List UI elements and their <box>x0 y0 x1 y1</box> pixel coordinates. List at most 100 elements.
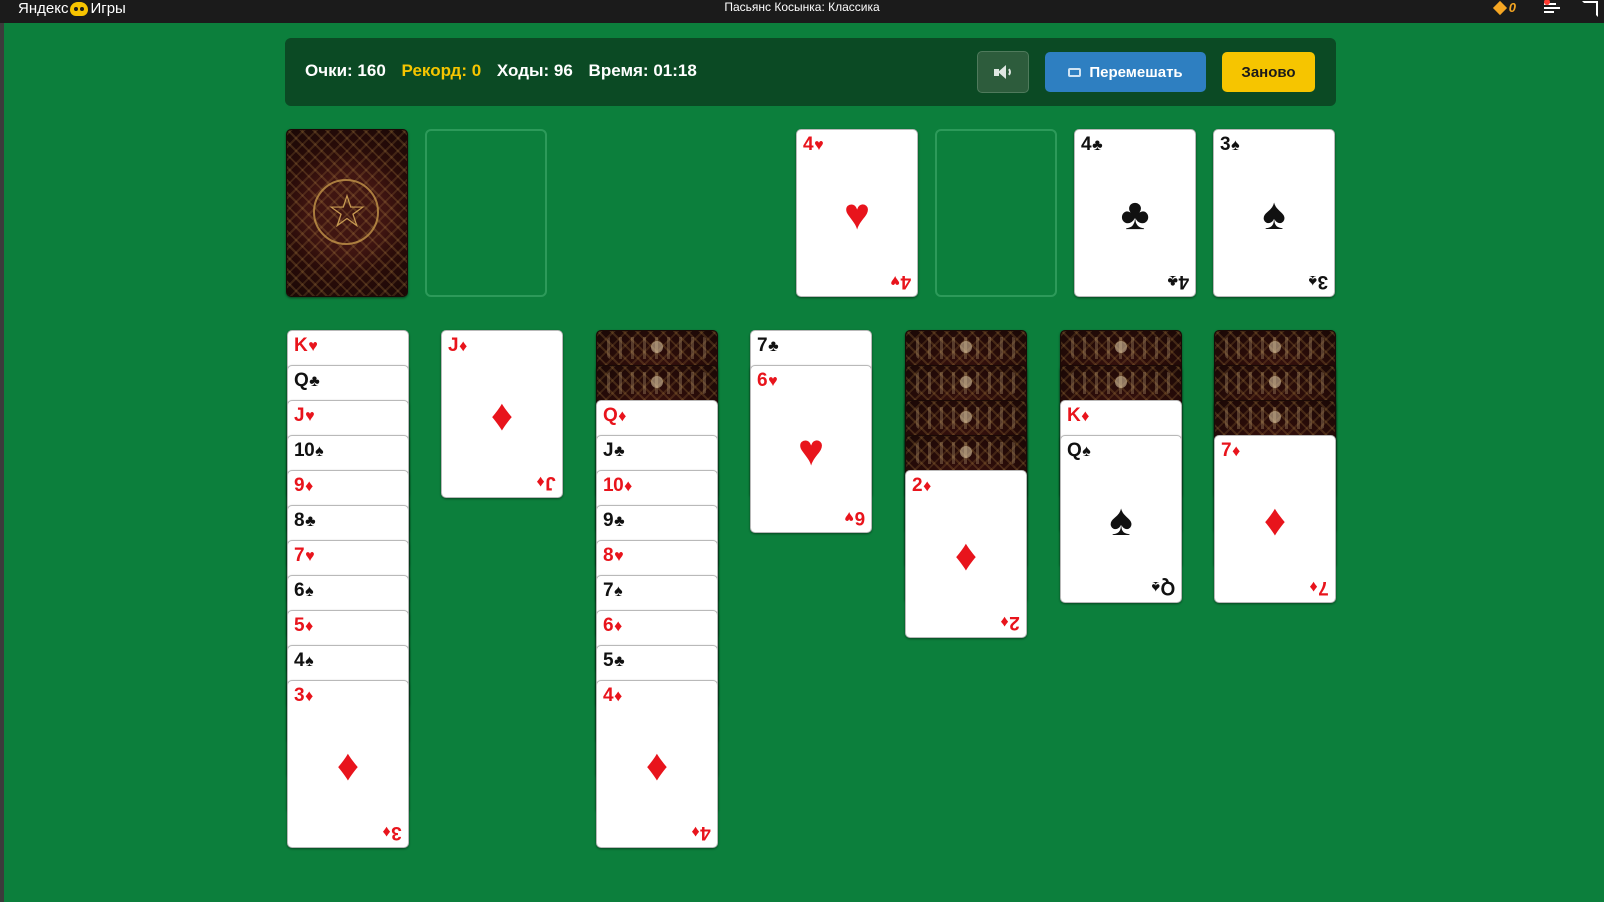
rank-text: 4 <box>294 650 305 671</box>
rank-text: 6 <box>854 507 865 528</box>
suit-symbol: ♦ <box>1310 578 1318 595</box>
card-rank-label: 5♦ <box>294 615 313 638</box>
card-corner-label: 7♦ <box>1310 575 1329 598</box>
rank-text: 4 <box>900 271 911 292</box>
card-center-pip: ♣ <box>1120 190 1150 239</box>
tableau-2-card[interactable]: J♦ ♦ J♦ <box>441 330 563 498</box>
record-text: Рекорд: 0 <box>401 61 482 80</box>
rank-text: Q <box>1067 440 1082 461</box>
suit-symbol: ♦ <box>1001 613 1009 630</box>
card-corner-label: 3♦ <box>383 820 402 843</box>
foundation-card-1[interactable]: 4♥ ♥ 4♥ <box>796 129 918 297</box>
card-rank-label: J♥ <box>294 405 315 428</box>
card-rank-label: 4♠ <box>294 650 314 673</box>
card-rank-label: Q♣ <box>294 370 320 393</box>
card-rank-label: 6♦ <box>603 615 622 638</box>
suit-symbol: ♦ <box>1081 408 1089 425</box>
card-center-pip: ♥ <box>843 190 871 239</box>
card-rank-label: 6♠ <box>294 580 314 603</box>
card-center-pip: ♦ <box>954 531 978 580</box>
fullscreen-icon[interactable] <box>1582 1 1598 17</box>
rank-text: 9 <box>603 510 614 531</box>
suit-symbol: ♠ <box>1151 578 1160 595</box>
card-rank-label: 4♣ <box>1081 134 1103 157</box>
card-rank-label: Q♠ <box>1067 440 1091 463</box>
card-rank-label: 9♣ <box>603 510 625 533</box>
card-center-pip: ♦ <box>1263 496 1287 545</box>
rank-text: K <box>294 335 308 356</box>
tableau-4-card[interactable]: 6♥ ♥ 6♥ <box>750 365 872 533</box>
suit-symbol: ♦ <box>537 473 545 490</box>
card-center-pip: ♦ <box>645 741 669 790</box>
rank-text: 2 <box>912 475 923 496</box>
rank-text: Q <box>294 370 309 391</box>
tableau-1-card[interactable]: 3♦ ♦ 3♦ <box>287 680 409 848</box>
stats-line: Очки: 160 Рекорд: 0 Ходы: 96 Время: 01:1… <box>305 61 708 81</box>
card-corner-label: 4♦ <box>692 820 711 843</box>
coin-count[interactable]: 0 <box>1509 0 1516 15</box>
tableau-7-card[interactable]: 7♦ ♦ 7♦ <box>1214 435 1336 603</box>
foundation-card-3[interactable]: 4♣ ♣ 4♣ <box>1074 129 1196 297</box>
card-corner-label: Q♠ <box>1152 575 1175 598</box>
shuffle-button[interactable]: Перемешать <box>1045 52 1206 92</box>
rank-text: 7 <box>603 580 614 601</box>
suit-symbol: ♥ <box>814 137 824 154</box>
rank-text: 4 <box>803 134 814 155</box>
rank-text: 6 <box>603 615 614 636</box>
suit-symbol: ♥ <box>305 548 315 565</box>
card-corner-label: 4♥ <box>891 269 911 292</box>
stock-pile[interactable] <box>286 129 408 297</box>
suit-symbol: ♥ <box>308 338 318 355</box>
tv-icon <box>1068 67 1082 77</box>
top-bar: Яндекс Игры Пасьянс Косынка: Классика 0 <box>0 0 1604 23</box>
foundation-slot-2[interactable] <box>935 129 1057 297</box>
rank-text: 7 <box>1221 440 1232 461</box>
rank-text: K <box>1067 405 1081 426</box>
tableau-5-card[interactable]: 2♦ ♦ 2♦ <box>905 470 1027 638</box>
suit-symbol: ♦ <box>923 478 931 495</box>
tableau-3-card[interactable]: 4♦ ♦ 4♦ <box>596 680 718 848</box>
moves-text: Ходы: 96 <box>496 61 573 80</box>
suit-symbol: ♥ <box>890 272 900 289</box>
menu-icon[interactable] <box>1544 0 1560 15</box>
card-rank-label: 4♦ <box>603 685 622 708</box>
rank-text: 4 <box>700 822 711 843</box>
suit-symbol: ♦ <box>305 688 313 705</box>
speaker-icon <box>993 64 1013 80</box>
game-title: Пасьянс Косынка: Классика <box>724 0 880 14</box>
suit-symbol: ♦ <box>383 823 391 840</box>
card-center-pip: ♠ <box>1262 190 1286 239</box>
suit-symbol: ♠ <box>305 583 314 600</box>
waste-slot[interactable] <box>425 129 547 297</box>
rank-text: Q <box>1160 577 1175 598</box>
foundation-card-4[interactable]: 3♠ ♠ 3♠ <box>1213 129 1335 297</box>
suit-symbol: ♣ <box>614 513 625 530</box>
new-game-label: Заново <box>1241 63 1296 81</box>
card-rank-label: 6♥ <box>757 370 778 393</box>
card-rank-label: J♣ <box>603 440 625 463</box>
rank-text: J <box>603 440 614 461</box>
rank-text: 4 <box>1178 271 1189 292</box>
suit-symbol: ♦ <box>305 478 313 495</box>
rank-text: 9 <box>294 475 305 496</box>
suit-symbol: ♠ <box>305 653 314 670</box>
rank-text: 6 <box>757 370 768 391</box>
rank-text: J <box>545 472 556 493</box>
suit-symbol: ♣ <box>614 653 625 670</box>
card-rank-label: 7♠ <box>603 580 623 603</box>
rank-text: 8 <box>603 545 614 566</box>
suit-symbol: ♣ <box>309 373 320 390</box>
card-rank-label: 7♦ <box>1221 440 1240 463</box>
suit-symbol: ♦ <box>614 688 622 705</box>
rank-text: J <box>294 405 305 426</box>
suit-symbol: ♦ <box>1232 443 1240 460</box>
tableau-6-card[interactable]: Q♠ ♠ Q♠ <box>1060 435 1182 603</box>
suit-symbol: ♦ <box>624 478 632 495</box>
sound-toggle-button[interactable] <box>977 51 1029 93</box>
rank-text: 3 <box>391 822 402 843</box>
new-game-button[interactable]: Заново <box>1222 52 1315 92</box>
rank-text: 3 <box>294 685 305 706</box>
time-text: Время: 01:18 <box>588 61 697 80</box>
window-left-edge <box>0 0 4 902</box>
card-rank-label: 10♠ <box>294 440 324 463</box>
